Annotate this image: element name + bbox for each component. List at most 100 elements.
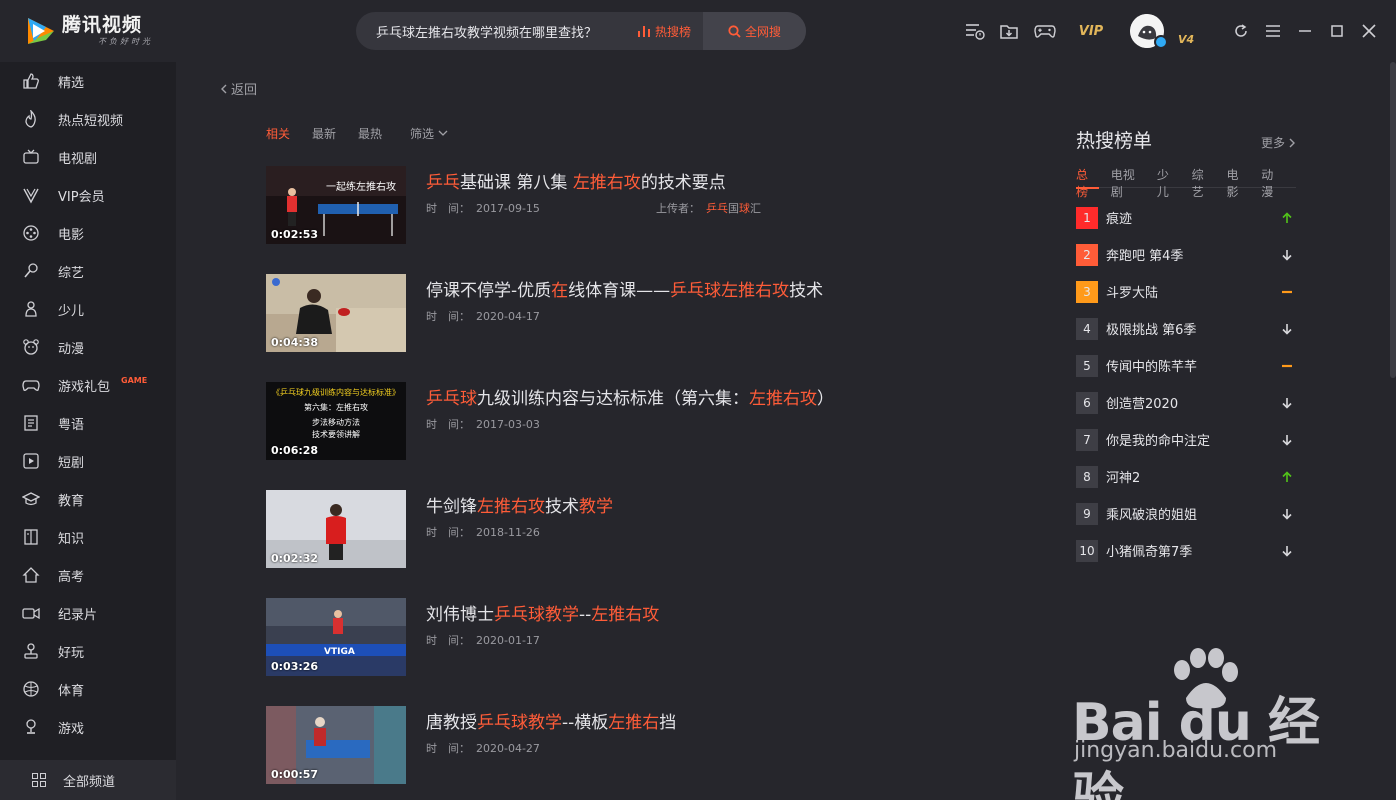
sidebar-item-8[interactable]: 游戏礼包 GAME	[0, 366, 176, 404]
sidebar-item-13[interactable]: 高考	[0, 556, 176, 594]
video-title[interactable]: 唐教授乒乓球教学--横板左推右挡	[426, 708, 676, 733]
publish-date: 2017-09-15	[476, 202, 540, 215]
grid-icon	[30, 771, 48, 789]
sort-tab-0[interactable]: 相关	[266, 125, 290, 142]
sidebar-all-channels[interactable]: 全部频道	[0, 760, 176, 800]
hot-item[interactable]: 6 创造营2020	[1076, 384, 1296, 421]
hot-item[interactable]: 4 极限挑战 第6季	[1076, 310, 1296, 347]
sidebar-item-5[interactable]: 综艺	[0, 252, 176, 290]
download-folder-icon[interactable]	[996, 18, 1022, 44]
hot-item[interactable]: 1 痕迹	[1076, 199, 1296, 236]
publish-date: 2020-04-17	[476, 310, 540, 323]
search-icon	[728, 24, 741, 38]
kid-icon	[22, 300, 40, 318]
sidebar-item-0[interactable]: 精选	[0, 62, 176, 100]
video-title[interactable]: 刘伟博士乒乓球教学--左推右攻	[426, 600, 659, 625]
tencent-video-window: 腾讯视频 不负好时光 热搜榜 全网搜	[0, 0, 1396, 800]
video-thumbnail[interactable]: 0:02:32	[266, 490, 406, 568]
refresh-icon[interactable]	[1228, 18, 1254, 44]
video-thumbnail[interactable]: 《乒乓球九级训练内容与达标标准》 第六集：左推右攻 步法移动方法 技术要领讲解 0:06…	[266, 382, 406, 460]
title-text: 技术	[545, 497, 579, 517]
logo[interactable]: 腾讯视频 不负好时光	[24, 14, 174, 48]
house-icon	[22, 566, 40, 584]
title-text: 唐教授	[426, 713, 477, 733]
hot-item[interactable]: 5 传闻中的陈芊芊	[1076, 347, 1296, 384]
sort-tab-2[interactable]: 最热	[358, 125, 382, 142]
title-text: 九级训练内容与达标标准（第六集：	[477, 389, 749, 409]
hot-item[interactable]: 8 河神2	[1076, 458, 1296, 495]
filter-dropdown-label: 筛选	[410, 127, 435, 141]
hotrank-button[interactable]: 热搜榜	[627, 12, 703, 50]
video-title[interactable]: 停课不停学-优质在线体育课——乒乓球左推右攻技术	[426, 276, 823, 301]
sidebar-item-3[interactable]: VIP会员	[0, 176, 176, 214]
flame-icon	[22, 110, 40, 128]
hot-item[interactable]: 2 奔跑吧 第4季	[1076, 236, 1296, 273]
hot-tab-2[interactable]: 少儿	[1157, 166, 1180, 199]
scrollbar[interactable]	[1390, 62, 1396, 378]
highlight-text: 乒乓球教学	[477, 713, 562, 733]
highlight-text: 在	[551, 281, 569, 301]
time-label: 时 间：	[426, 742, 470, 755]
back-button[interactable]: 返回	[220, 79, 257, 98]
hot-list: 1 痕迹 2 奔跑吧 第4季 3 斗罗大陆 4 极限挑战 第6季 5 传闻中的陈芊芊 6 创造营202…	[1076, 199, 1296, 569]
search-all-button[interactable]: 全网搜	[703, 12, 806, 50]
close-icon[interactable]	[1356, 18, 1382, 44]
video-thumbnail[interactable]: 0:00:57	[266, 706, 406, 784]
title-text: 的技术要点	[640, 173, 726, 193]
hot-tab-5[interactable]: 动漫	[1261, 166, 1284, 199]
sidebar: 全部频道 精选 热点短视频 电视剧 VIP会员 电影 综艺少儿动漫 游戏礼包 GAME 粤语 短剧…	[0, 62, 176, 800]
uploader-name[interactable]: 乒乓国球汇	[706, 202, 761, 215]
hot-item-name: 创造营2020	[1106, 397, 1179, 412]
thumbs-up-icon	[22, 72, 40, 90]
history-list-icon[interactable]	[962, 18, 988, 44]
menu-icon[interactable]	[1260, 18, 1286, 44]
sidebar-item-16[interactable]: 体育	[0, 670, 176, 708]
hot-tab-3[interactable]: 综艺	[1192, 166, 1215, 199]
video-title[interactable]: 乒乓球九级训练内容与达标标准（第六集：左推右攻）	[426, 384, 834, 409]
sidebar-item-9[interactable]: 粤语	[0, 404, 176, 442]
thumb-brand: VTIGA	[324, 647, 355, 657]
search-input[interactable]	[356, 12, 627, 50]
sidebar-item-15[interactable]: 好玩	[0, 632, 176, 670]
sidebar-item-6[interactable]: 少儿	[0, 290, 176, 328]
sidebar-item-label: 高考	[58, 569, 85, 585]
film-reel-icon	[22, 224, 40, 242]
sidebar-item-label: 少儿	[58, 303, 85, 319]
sidebar-item-10[interactable]: 短剧	[0, 442, 176, 480]
video-title[interactable]: 牛剑锋左推右攻技术教学	[426, 492, 613, 517]
sidebar-item-12[interactable]: 知识	[0, 518, 176, 556]
hot-tab-1[interactable]: 电视剧	[1111, 166, 1145, 199]
sidebar-item-4[interactable]: 电影	[0, 214, 176, 252]
minimize-icon[interactable]	[1292, 18, 1318, 44]
hot-tab-4[interactable]: 电影	[1226, 166, 1249, 199]
uploader-label: 上传者：	[656, 202, 700, 215]
sidebar-item-7[interactable]: 动漫	[0, 328, 176, 366]
hot-search-panel: 热搜榜单 更多 总榜 电视剧 少儿 综艺 电影 动漫 1 痕迹 2 奔跑吧 第4季 3 斗罗大陆 4 极…	[1076, 126, 1296, 562]
publish-date: 2020-01-17	[476, 634, 540, 647]
sidebar-item-11[interactable]: 教育	[0, 480, 176, 518]
video-title[interactable]: 乒乓基础课 第八集 左推右攻的技术要点	[426, 168, 726, 193]
hot-item-name: 河神2	[1106, 471, 1141, 486]
hot-item[interactable]: 7 你是我的命中注定	[1076, 421, 1296, 458]
vip-icon[interactable]: VIP	[1074, 18, 1108, 44]
video-thumbnail[interactable]: 一起练左推右攻 0:02:53	[266, 166, 406, 244]
maximize-icon[interactable]	[1324, 18, 1350, 44]
sidebar-item-14[interactable]: 纪录片	[0, 594, 176, 632]
hot-item[interactable]: 9 乘风破浪的姐姐	[1076, 495, 1296, 532]
filter-dropdown[interactable]: 筛选	[410, 125, 448, 142]
hot-item[interactable]: 3 斗罗大陆	[1076, 273, 1296, 310]
hot-item[interactable]: 10 小猪佩奇第7季	[1076, 532, 1296, 569]
hot-more-link[interactable]: 更多	[1261, 134, 1296, 151]
sidebar-item-2[interactable]: 电视剧	[0, 138, 176, 176]
video-thumbnail[interactable]: 0:04:38	[266, 274, 406, 352]
hot-tab-0[interactable]: 总榜	[1076, 166, 1099, 199]
sidebar-item-1[interactable]: 热点短视频	[0, 100, 176, 138]
trophy-icon	[22, 718, 40, 736]
microphone-icon	[22, 262, 40, 280]
publish-date: 2017-03-03	[476, 418, 540, 431]
sort-tab-1[interactable]: 最新	[312, 125, 336, 142]
sidebar-item-17[interactable]: 游戏	[0, 708, 176, 746]
vip-label: VIP	[1078, 23, 1104, 39]
video-thumbnail[interactable]: VTIGA 0:03:26	[266, 598, 406, 676]
game-controller-icon[interactable]	[1032, 18, 1058, 44]
